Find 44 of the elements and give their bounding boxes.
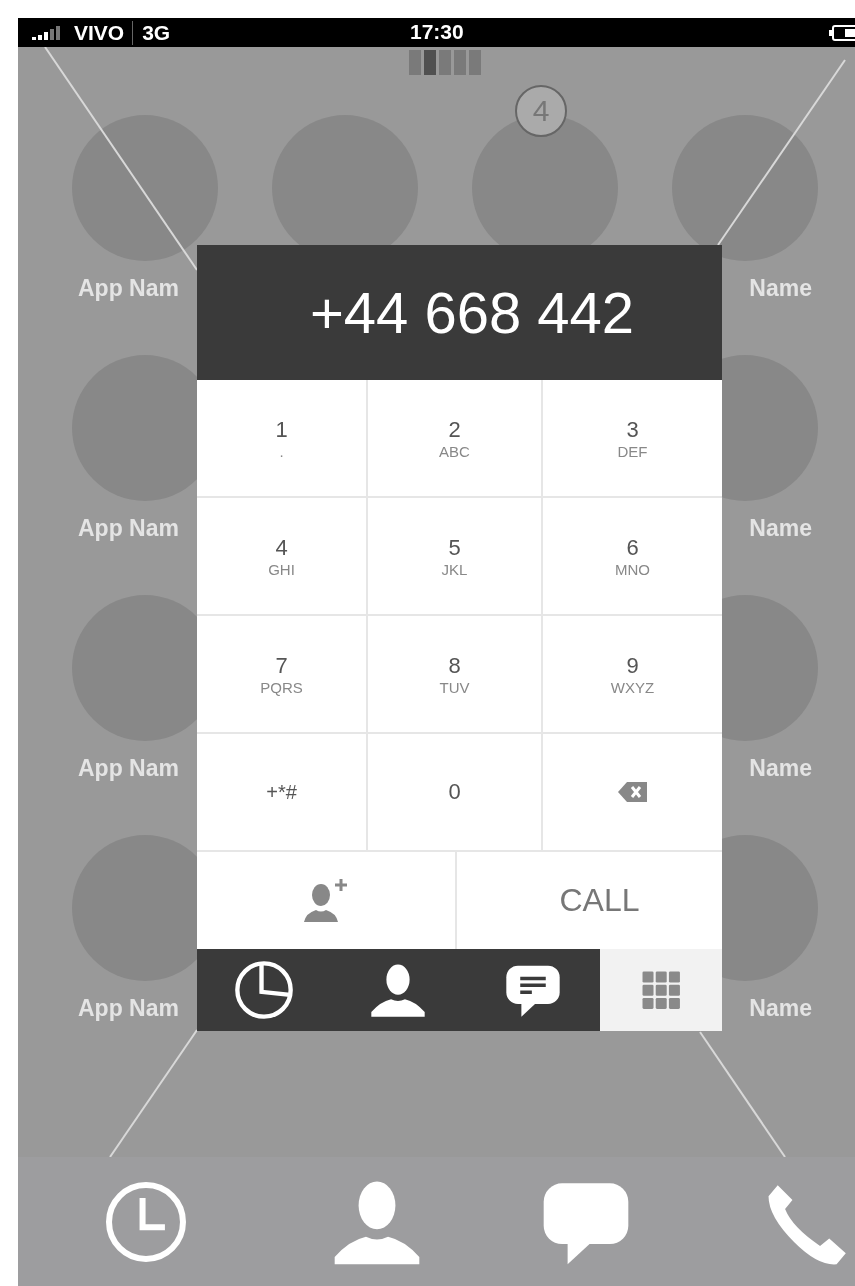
app-name: Name (748, 755, 813, 782)
dial-key[interactable]: 1 . (197, 380, 368, 498)
key-letters: DEF (617, 442, 648, 460)
key-letters: MNO (615, 560, 650, 578)
key-letters: GHI (268, 560, 295, 578)
pie-clock-icon (233, 959, 295, 1021)
key-digit: 8 (448, 652, 461, 679)
key-letters: . (279, 442, 284, 460)
key-digit: 4 (275, 534, 288, 561)
key-digit: 6 (626, 534, 639, 561)
key-letters: TUV (439, 678, 470, 696)
key-digit: 5 (448, 534, 461, 561)
key-digit: 0 (448, 779, 461, 805)
carrier-name: VIVO (74, 20, 125, 45)
key-letters: PQRS (260, 678, 303, 696)
dial-key[interactable]: 7 PQRS (197, 616, 368, 734)
battery-icon (829, 25, 855, 41)
backspace-icon (617, 781, 648, 803)
key-letters: ABC (439, 442, 470, 460)
app-name: App Nam (77, 275, 180, 302)
key-digit: 3 (626, 416, 639, 443)
symbols-key[interactable]: +*# (197, 734, 368, 852)
app-name: Name (748, 515, 813, 542)
number-display: +44 668 442 (197, 245, 722, 380)
key-digit: 1 (275, 416, 288, 443)
app-name: App Nam (77, 755, 180, 782)
dial-key[interactable]: 2 ABC (368, 380, 543, 498)
key-digit: 9 (626, 652, 639, 679)
key-letters: JKL (441, 560, 468, 578)
clock-time: 17:30 (410, 20, 464, 44)
key-letters: WXYZ (610, 678, 655, 696)
app-name: Name (748, 275, 813, 302)
dial-key[interactable]: 8 TUV (368, 616, 543, 734)
dial-key[interactable]: 4 GHI (197, 498, 368, 616)
app-name: App Nam (77, 995, 180, 1022)
add-person-icon (302, 876, 350, 925)
app-name: App Nam (77, 515, 180, 542)
key-symbols: +*# (266, 780, 297, 804)
dial-key[interactable]: 5 JKL (368, 498, 543, 616)
dial-key[interactable]: 0 (368, 734, 543, 852)
key-digit: 2 (448, 416, 461, 443)
key-digit: 7 (275, 652, 288, 679)
network-type: 3G (132, 20, 171, 45)
app-name: Name (748, 995, 813, 1022)
